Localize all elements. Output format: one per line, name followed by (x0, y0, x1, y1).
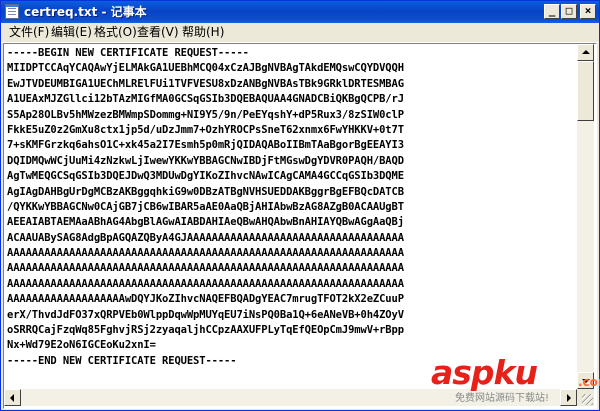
maximize-button[interactable]: □ (561, 4, 577, 19)
text-line: AAAAAAAAAAAAAAAAAAAAAAAAAAAAAAAAAAAAAAAA… (7, 262, 404, 275)
notepad-icon[interactable] (5, 4, 19, 19)
watermark-logo: aspku (431, 353, 538, 392)
text-line: AAAAAAAAAAAAAAAAAAAAAAAAAAAAAAAAAAAAAAAA… (7, 247, 404, 260)
vertical-scrollbar[interactable] (577, 44, 594, 389)
menu-view[interactable]: 查看(V) (134, 25, 182, 40)
scroll-up-button[interactable] (577, 44, 594, 61)
menu-help[interactable]: 帮助(H) (179, 25, 227, 40)
watermark: aspku .com 免费网站源码下载站! (431, 353, 600, 411)
text-line: DQIDMQwWCjUuMi4zNzkwLjIwewYKKwYBBAGCNwIB… (7, 154, 404, 167)
text-line: Nx+Wd79E2oN6IGCEoKu2xnI= (7, 339, 156, 352)
menu-edit[interactable]: 编辑(E) (48, 25, 95, 40)
text-line: A1UEAxMJZGllci12bTAzMIGfMA0GCSqGSIb3DQEB… (7, 93, 404, 106)
menu-format[interactable]: 格式(O) (91, 25, 140, 40)
arrow-left-icon (10, 394, 14, 402)
watermark-suffix: .com (578, 375, 600, 389)
title-bar[interactable]: certreq.txt - 记事本 _ □ × (1, 1, 599, 23)
text-content[interactable]: -----BEGIN NEW CERTIFICATE REQUEST----- … (7, 46, 575, 386)
window-title: certreq.txt - 记事本 (24, 5, 147, 19)
arrow-up-icon (582, 50, 590, 54)
text-line: FkkE5uZ0z2GmXu8ctx1jp5d/uDzJmm7+OzhYROCP… (7, 123, 404, 136)
minimize-icon: _ (548, 4, 556, 17)
text-line: AgTwMEQGCSqGSIb3DQEJDwQ3MDUwDgYIKoZIhvcN… (7, 170, 404, 183)
text-line: S5Ap28OLBv5hMWzezBMWmpSDommg+NI9Y5/9n/Pe… (7, 108, 404, 121)
text-line: 7+sKMFGrzkq6ahsO1C+xk45a2I7Esmh5p0mRjQID… (7, 139, 404, 152)
menu-file[interactable]: 文件(F) (6, 25, 52, 40)
text-line: AgIAgDAHBgUrDgMCBzAKBggqhkiG9w0DBzATBgNV… (7, 185, 404, 198)
text-line: AAAAAAAAAAAAAAAAAAAwDQYJKoZIhvcNAQEFBQAD… (7, 293, 404, 306)
close-icon: × (584, 4, 592, 17)
text-line: MIIDPTCCAqYCAQAwYjELMAkGA1UEBhMCQ04xCzAJ… (7, 62, 404, 75)
text-line: -----BEGIN NEW CERTIFICATE REQUEST----- (7, 47, 249, 59)
minimize-button[interactable]: _ (544, 4, 560, 19)
text-line: AAAAAAAAAAAAAAAAAAAAAAAAAAAAAAAAAAAAAAAA… (7, 277, 404, 290)
notepad-window: certreq.txt - 记事本 _ □ × 文件(F) 编辑(E) 格式(O… (0, 0, 600, 411)
watermark-subtitle: 免费网站源码下载站! (455, 393, 550, 404)
text-line: erX/ThvdJdFO37xQRPVEb0WlppDqwWpMUYqEU7iN… (7, 308, 404, 321)
text-line: /QYKKwYBBAGCNw0CAjGB7jCB6wIBAR5aAE0AaQBj… (7, 200, 404, 213)
text-line: oSRRQCajFzqWq85FghvjRSj2zyaqaljhCCpzAAXU… (7, 324, 404, 337)
text-line: AEEAIABTAEMAaABhAG4AbgBlAGwAIABDAHIAeQBw… (7, 216, 404, 229)
scroll-left-button[interactable] (4, 389, 21, 406)
close-button[interactable]: × (580, 4, 596, 19)
text-line: ACAAUABySAG8AdgBpAGQAZQByA4GJAAAAAAAAAAA… (7, 231, 404, 244)
vertical-scroll-thumb[interactable] (577, 61, 594, 121)
text-line: EwJTVDEUMBIGA1UEChMLRElFUi1TVFVESU8xDzAN… (7, 77, 404, 90)
maximize-icon: □ (565, 4, 573, 17)
menu-bar: 文件(F) 编辑(E) 格式(O) 查看(V) 帮助(H) (1, 23, 599, 43)
